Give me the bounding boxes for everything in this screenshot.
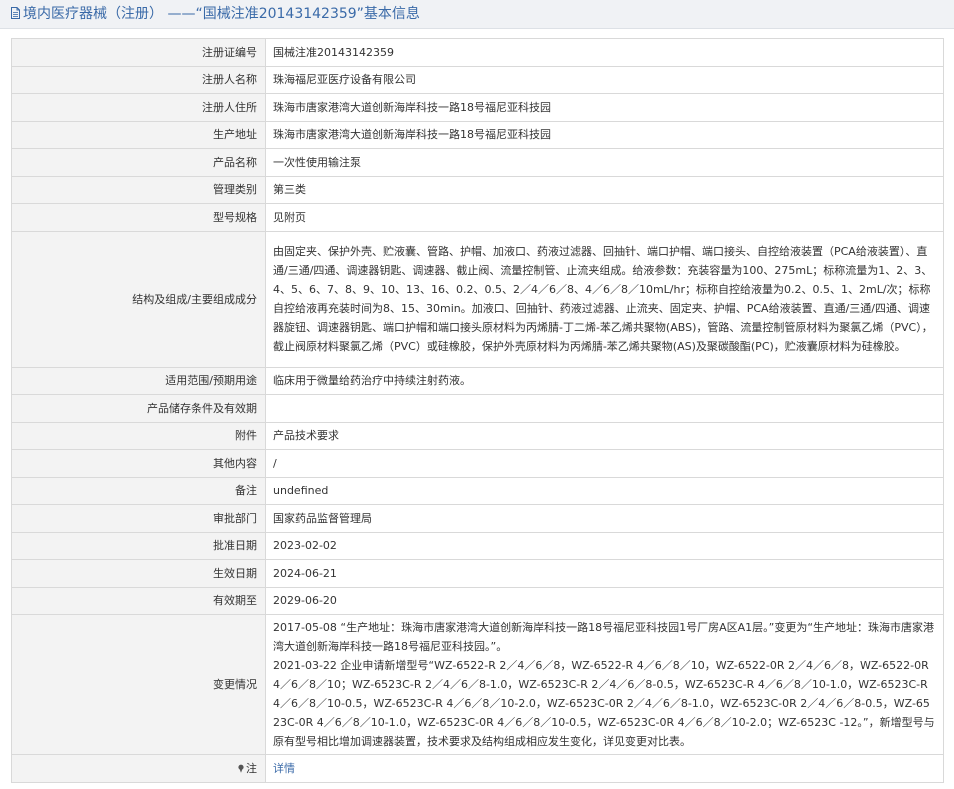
row-label: 变更情况 [11,614,266,755]
row-value: 由固定夹、保护外壳、贮液囊、管路、护帽、加液口、药液过滤器、回抽针、端口护帽、端… [265,230,944,368]
table-row-approval-dept: 审批部门 国家药品监督管理局 [11,504,944,533]
row-value [265,394,944,423]
table-row-structure: 结构及组成/主要组成成分 由固定夹、保护外壳、贮液囊、管路、护帽、加液口、药液过… [11,230,944,368]
table-row-registrant: 注册人名称 珠海福尼亚医疗设备有限公司 [11,65,944,94]
table-row-production-address: 生产地址 珠海市唐家港湾大道创新海岸科技一路18号福尼亚科技园 [11,120,944,149]
row-label: 产品储存条件及有效期 [11,394,266,423]
row-value: / [265,449,944,478]
table-row-note: 注 详情 [11,754,944,783]
pin-icon [238,764,244,773]
row-value: 珠海福尼亚医疗设备有限公司 [265,65,944,94]
change-entry: 2021-03-22 企业申请新增型号“WZ-6522-R 2／4／6／8，WZ… [273,659,935,748]
table-row-storage: 产品储存条件及有效期 [11,394,944,423]
row-value: undefined [265,476,944,505]
row-label: 结构及组成/主要组成成分 [11,230,266,368]
table-row-remark: 备注 undefined [11,476,944,505]
row-label: 有效期至 [11,586,266,615]
table-row-reg-no: 注册证编号 国械注准20143142359 [11,38,944,67]
table-row-changes: 变更情况 2017-05-08 “生产地址：珠海市唐家港湾大道创新海岸科技一路1… [11,614,944,755]
row-label: 型号规格 [11,203,266,232]
row-label: 注册证编号 [11,38,266,67]
table-row-model-spec: 型号规格 见附页 [11,203,944,232]
document-icon [11,7,20,19]
row-value: 国械注准20143142359 [265,38,944,67]
note-label: 注 [246,761,257,775]
table-row-other: 其他内容 / [11,449,944,478]
row-label: 注册人名称 [11,65,266,94]
change-entry: 2017-05-08 “生产地址：珠海市唐家港湾大道创新海岸科技一路18号福尼亚… [273,621,935,653]
registration-info-table: 注册证编号 国械注准20143142359 注册人名称 珠海福尼亚医疗设备有限公… [11,38,944,783]
row-value: 2023-02-02 [265,531,944,560]
table-row-management-class: 管理类别 第三类 [11,175,944,204]
row-value: 一次性使用输注泵 [265,148,944,177]
row-value: 临床用于微量给药治疗中持续注射药液。 [265,366,944,395]
table-row-approval-date: 批准日期 2023-02-02 [11,531,944,560]
table-row-registrant-address: 注册人住所 珠海市唐家港湾大道创新海岸科技一路18号福尼亚科技园 [11,93,944,122]
row-label: 生效日期 [11,559,266,588]
row-value: 详情 [265,754,944,783]
row-label: 生产地址 [11,120,266,149]
row-label: 其他内容 [11,449,266,478]
table-row-attachment: 附件 产品技术要求 [11,421,944,450]
table-row-effective-date: 生效日期 2024-06-21 [11,559,944,588]
row-value: 国家药品监督管理局 [265,504,944,533]
row-label: 备注 [11,476,266,505]
row-label: 管理类别 [11,175,266,204]
row-label: 审批部门 [11,504,266,533]
table-row-scope: 适用范围/预期用途 临床用于微量给药治疗中持续注射药液。 [11,366,944,395]
row-value: 见附页 [265,203,944,232]
row-label: 注 [11,754,266,783]
row-value: 珠海市唐家港湾大道创新海岸科技一路18号福尼亚科技园 [265,120,944,149]
details-link[interactable]: 详情 [273,762,295,775]
table-row-product-name: 产品名称 一次性使用输注泵 [11,148,944,177]
page-title: 境内医疗器械（注册） ——“国械注准20143142359”基本信息 [23,6,420,22]
row-value: 2024-06-21 [265,559,944,588]
table-row-expiry-date: 有效期至 2029-06-20 [11,586,944,615]
row-label: 附件 [11,421,266,450]
row-label: 产品名称 [11,148,266,177]
row-value: 珠海市唐家港湾大道创新海岸科技一路18号福尼亚科技园 [265,93,944,122]
row-label: 适用范围/预期用途 [11,366,266,395]
row-value: 产品技术要求 [265,421,944,450]
row-label: 批准日期 [11,531,266,560]
row-label: 注册人住所 [11,93,266,122]
row-value: 2029-06-20 [265,586,944,615]
page-title-bar: 境内医疗器械（注册） ——“国械注准20143142359”基本信息 [0,0,954,29]
row-value: 2017-05-08 “生产地址：珠海市唐家港湾大道创新海岸科技一路18号福尼亚… [265,614,944,755]
row-value: 第三类 [265,175,944,204]
